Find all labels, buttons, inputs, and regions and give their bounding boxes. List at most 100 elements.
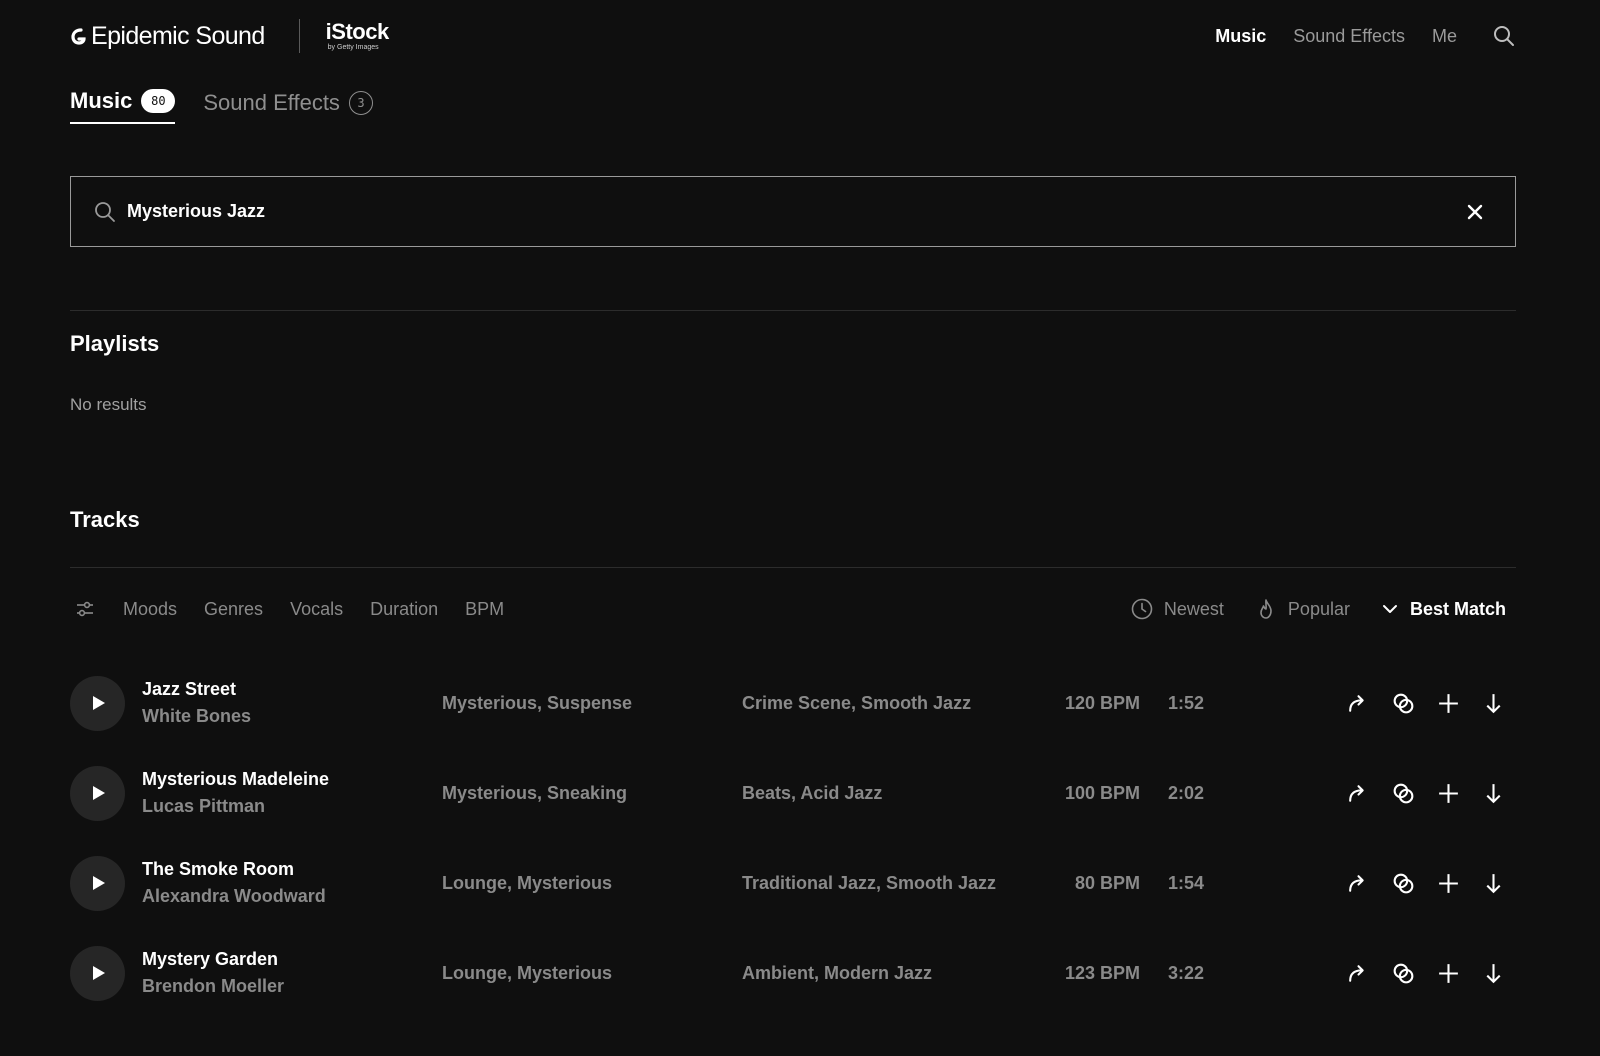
epidemic-logo-icon xyxy=(71,28,86,45)
add-icon[interactable] xyxy=(1436,961,1461,986)
search-box xyxy=(70,176,1516,247)
track-duration: 1:52 xyxy=(1168,692,1205,713)
download-icon[interactable] xyxy=(1481,961,1506,986)
track-actions xyxy=(1346,871,1506,896)
tab-sound-effects-count: 3 xyxy=(348,91,373,115)
track-list: Jazz Street White Bones Mysterious, Susp… xyxy=(70,658,1516,1018)
sort-best-match[interactable]: Best Match xyxy=(1380,599,1506,620)
track-genres[interactable]: Traditional Jazz, Smooth Jazz xyxy=(742,873,996,894)
track-row: Jazz Street White Bones Mysterious, Susp… xyxy=(70,658,1516,748)
similar-icon[interactable] xyxy=(1391,961,1416,986)
sort-newest-label: Newest xyxy=(1163,598,1224,619)
play-icon xyxy=(93,876,105,890)
add-icon[interactable] xyxy=(1436,691,1461,716)
track-row: Mystery Garden Brendon Moeller Lounge, M… xyxy=(70,928,1516,1018)
tab-music[interactable]: Music 80 xyxy=(70,88,176,124)
flame-icon xyxy=(1260,599,1272,619)
istock-name: iStock xyxy=(325,19,390,44)
filter-moods[interactable]: Moods xyxy=(123,599,177,620)
tracks-title: Tracks xyxy=(70,507,140,532)
track-artist[interactable]: Brendon Moeller xyxy=(142,976,442,997)
epidemic-sound-logo[interactable]: Epidemic Sound xyxy=(70,22,265,51)
track-moods[interactable]: Mysterious, Suspense xyxy=(442,693,632,714)
tab-sound-effects[interactable]: Sound Effects 3 xyxy=(203,90,373,124)
section-divider xyxy=(70,310,1516,311)
play-button[interactable] xyxy=(70,855,125,911)
filter-duration[interactable]: Duration xyxy=(370,599,438,620)
track-duration: 1:54 xyxy=(1168,872,1205,893)
playlists-title: Playlists xyxy=(70,331,160,356)
nav-music[interactable]: Music xyxy=(1215,26,1266,47)
nav-sound-effects[interactable]: Sound Effects xyxy=(1293,26,1405,47)
tab-music-label: Music xyxy=(70,88,133,113)
track-artist[interactable]: Alexandra Woodward xyxy=(142,886,442,907)
brand-divider xyxy=(298,19,300,53)
clock-icon xyxy=(1131,598,1153,620)
istock-logo[interactable]: iStock by Getty Images xyxy=(325,19,390,52)
track-row: The Smoke Room Alexandra Woodward Lounge… xyxy=(70,838,1516,928)
track-bpm: 120 BPM xyxy=(1064,692,1140,713)
sort-newest[interactable]: Newest xyxy=(1130,597,1224,621)
play-button[interactable] xyxy=(70,675,125,731)
chevron-down-icon xyxy=(1382,605,1397,613)
nav-me[interactable]: Me xyxy=(1432,26,1457,47)
sort-best-match-label: Best Match xyxy=(1409,598,1506,619)
share-icon[interactable] xyxy=(1346,871,1371,896)
similar-icon[interactable] xyxy=(1391,781,1416,806)
track-duration: 2:02 xyxy=(1168,782,1205,803)
track-moods[interactable]: Mysterious, Sneaking xyxy=(442,783,627,804)
track-meta: Mystery Garden Brendon Moeller xyxy=(142,949,442,997)
track-meta: The Smoke Room Alexandra Woodward xyxy=(142,859,442,907)
add-icon[interactable] xyxy=(1436,871,1461,896)
track-genres[interactable]: Crime Scene, Smooth Jazz xyxy=(742,693,971,714)
sort-popular[interactable]: Popular xyxy=(1254,597,1350,621)
page: Epidemic Sound iStock by Getty Images Mu… xyxy=(0,0,1600,1056)
track-meta: Jazz Street White Bones xyxy=(142,679,442,727)
download-icon[interactable] xyxy=(1481,781,1506,806)
track-artist[interactable]: Lucas Pittman xyxy=(142,796,442,817)
filters: Moods Genres Vocals Duration BPM xyxy=(70,598,504,620)
track-row: Mysterious Madeleine Lucas Pittman Myste… xyxy=(70,748,1516,838)
track-moods[interactable]: Lounge, Mysterious xyxy=(442,873,612,894)
sort-popular-label: Popular xyxy=(1287,598,1350,619)
filter-genres[interactable]: Genres xyxy=(204,599,263,620)
track-meta: Mysterious Madeleine Lucas Pittman xyxy=(142,769,442,817)
similar-icon[interactable] xyxy=(1391,691,1416,716)
track-title[interactable]: Jazz Street xyxy=(142,679,442,700)
header: Epidemic Sound iStock by Getty Images Mu… xyxy=(70,0,1516,72)
track-artist[interactable]: White Bones xyxy=(142,706,442,727)
track-title[interactable]: The Smoke Room xyxy=(142,859,442,880)
track-actions xyxy=(1346,691,1506,716)
brand: Epidemic Sound iStock by Getty Images xyxy=(70,19,389,53)
play-icon xyxy=(93,786,105,800)
share-icon[interactable] xyxy=(1346,961,1371,986)
filter-bpm[interactable]: BPM xyxy=(465,599,504,620)
play-icon xyxy=(93,966,105,980)
add-icon[interactable] xyxy=(1436,781,1461,806)
filter-vocals[interactable]: Vocals xyxy=(290,599,343,620)
similar-icon[interactable] xyxy=(1391,871,1416,896)
track-moods[interactable]: Lounge, Mysterious xyxy=(442,963,612,984)
track-bpm: 123 BPM xyxy=(1064,962,1140,983)
search-input[interactable] xyxy=(127,201,1465,222)
search-icon xyxy=(95,201,115,222)
play-button[interactable] xyxy=(70,765,125,821)
track-duration: 3:22 xyxy=(1168,962,1205,983)
download-icon[interactable] xyxy=(1481,691,1506,716)
close-icon[interactable] xyxy=(1465,202,1485,222)
track-genres[interactable]: Beats, Acid Jazz xyxy=(742,783,882,804)
tab-sound-effects-label: Sound Effects xyxy=(203,90,340,115)
share-icon[interactable] xyxy=(1346,691,1371,716)
tab-music-count: 80 xyxy=(141,89,176,113)
download-icon[interactable] xyxy=(1481,871,1506,896)
search-icon[interactable] xyxy=(1492,24,1516,48)
track-genres[interactable]: Ambient, Modern Jazz xyxy=(742,963,932,984)
track-bpm: 80 BPM xyxy=(1074,872,1140,893)
sliders-icon[interactable] xyxy=(74,598,96,620)
playlists-empty: No results xyxy=(70,395,147,414)
share-icon[interactable] xyxy=(1346,781,1371,806)
play-button[interactable] xyxy=(70,945,125,1001)
track-title[interactable]: Mystery Garden xyxy=(142,949,442,970)
track-title[interactable]: Mysterious Madeleine xyxy=(142,769,442,790)
istock-sub: by Getty Images xyxy=(327,44,379,51)
